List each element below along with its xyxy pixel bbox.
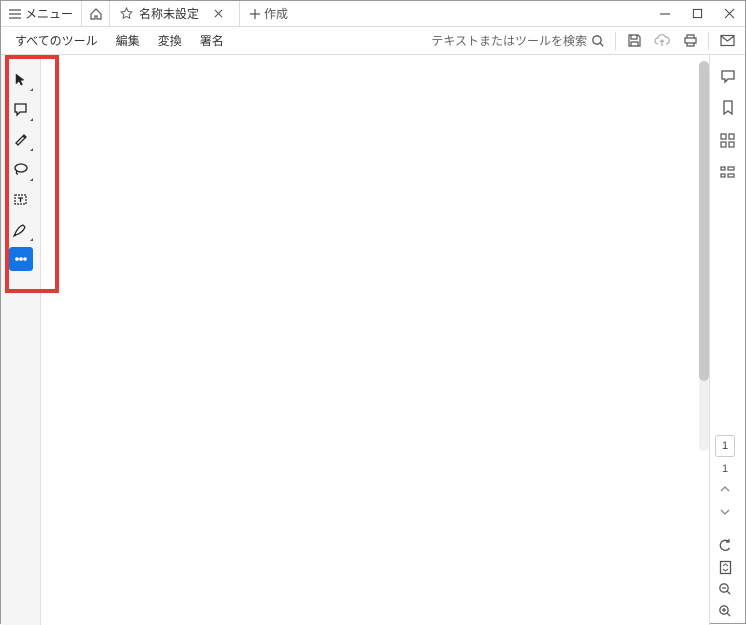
textbox-tool[interactable] <box>9 187 33 211</box>
chat-panel-button[interactable] <box>717 65 739 87</box>
convert-link[interactable]: 変換 <box>150 28 190 53</box>
submenu-caret-icon <box>30 238 33 241</box>
lasso-tool[interactable] <box>9 157 33 181</box>
zoom-in-icon <box>718 604 732 618</box>
star-icon[interactable] <box>120 7 133 20</box>
vertical-scrollbar[interactable] <box>699 61 709 451</box>
zoom-out-icon <box>718 582 732 596</box>
fit-icon <box>719 560 732 575</box>
zoom-in-button[interactable] <box>715 603 735 619</box>
select-tool[interactable] <box>9 67 33 91</box>
cloud-button[interactable] <box>650 29 674 53</box>
structure-icon <box>720 165 735 180</box>
close-window-button[interactable] <box>713 1 745 26</box>
draw-tool[interactable] <box>9 217 33 241</box>
submenu-caret-icon <box>30 88 33 91</box>
more-icon <box>14 252 28 266</box>
main-area: 1 1 <box>1 55 745 625</box>
bookmark-panel-icon <box>721 100 735 116</box>
left-toolbar <box>1 55 41 625</box>
thumbnails-panel-button[interactable] <box>717 129 739 151</box>
plus-icon <box>250 9 260 19</box>
document-tab[interactable]: 名称未設定 <box>110 1 240 26</box>
comment-tool[interactable] <box>9 97 33 121</box>
submenu-caret-icon <box>30 178 33 181</box>
cloud-upload-icon <box>654 34 670 48</box>
divider <box>708 32 709 50</box>
window-controls <box>649 1 745 26</box>
menu-label: メニュー <box>25 5 73 22</box>
maximize-button[interactable] <box>681 1 713 26</box>
page-total: 1 <box>722 463 728 475</box>
divider <box>615 32 616 50</box>
chevron-down-icon <box>720 508 730 515</box>
rotate-button[interactable] <box>715 537 735 553</box>
current-page-input[interactable]: 1 <box>715 435 735 457</box>
new-tab-button[interactable]: 作成 <box>240 1 298 26</box>
save-icon <box>627 33 642 48</box>
page-navigation: 1 1 <box>711 435 739 619</box>
search-placeholder: テキストまたはツールを検索 <box>431 32 587 49</box>
toolbar-right: テキストまたはツールを検索 <box>431 29 739 53</box>
sign-link[interactable]: 署名 <box>192 28 232 53</box>
chevron-up-icon <box>720 486 730 493</box>
tab-title: 名称未設定 <box>139 5 199 22</box>
structure-panel-button[interactable] <box>717 161 739 183</box>
scrollbar-thumb[interactable] <box>699 61 709 381</box>
draw-icon <box>13 222 29 237</box>
page-up-button[interactable] <box>715 481 735 497</box>
chat-icon <box>720 68 736 84</box>
highlight-tool[interactable] <box>9 127 33 151</box>
rotate-icon <box>718 538 732 552</box>
title-bar: メニュー 名称未設定 作成 <box>1 1 745 27</box>
edit-link[interactable]: 編集 <box>108 28 148 53</box>
menu-button[interactable]: メニュー <box>1 1 82 26</box>
textbox-icon <box>13 192 28 207</box>
mail-icon <box>720 34 735 47</box>
more-tools-button[interactable] <box>9 247 33 271</box>
toolbar: すべてのツール 編集 変換 署名 テキストまたはツールを検索 <box>1 27 745 55</box>
new-tab-label: 作成 <box>264 5 288 22</box>
document-canvas[interactable] <box>41 55 709 625</box>
print-icon <box>683 33 698 48</box>
lasso-icon <box>13 162 29 176</box>
page-down-button[interactable] <box>715 503 735 519</box>
tab-close-button[interactable] <box>214 9 223 18</box>
fit-page-button[interactable] <box>715 559 735 575</box>
bookmark-panel-button[interactable] <box>717 97 739 119</box>
cursor-icon <box>13 72 28 87</box>
minimize-button[interactable] <box>649 1 681 26</box>
search-icon <box>591 34 605 48</box>
comment-icon <box>13 102 28 117</box>
search-box[interactable]: テキストまたはツールを検索 <box>431 32 609 49</box>
submenu-caret-icon <box>30 148 33 151</box>
submenu-caret-icon <box>30 118 33 121</box>
zoom-out-button[interactable] <box>715 581 735 597</box>
all-tools-link[interactable]: すべてのツール <box>7 28 106 53</box>
print-button[interactable] <box>678 29 702 53</box>
thumbnails-icon <box>720 133 735 148</box>
home-icon <box>89 7 103 21</box>
hamburger-icon <box>9 9 21 19</box>
save-button[interactable] <box>622 29 646 53</box>
home-button[interactable] <box>82 1 110 26</box>
highlight-icon <box>13 132 28 147</box>
share-button[interactable] <box>715 29 739 53</box>
